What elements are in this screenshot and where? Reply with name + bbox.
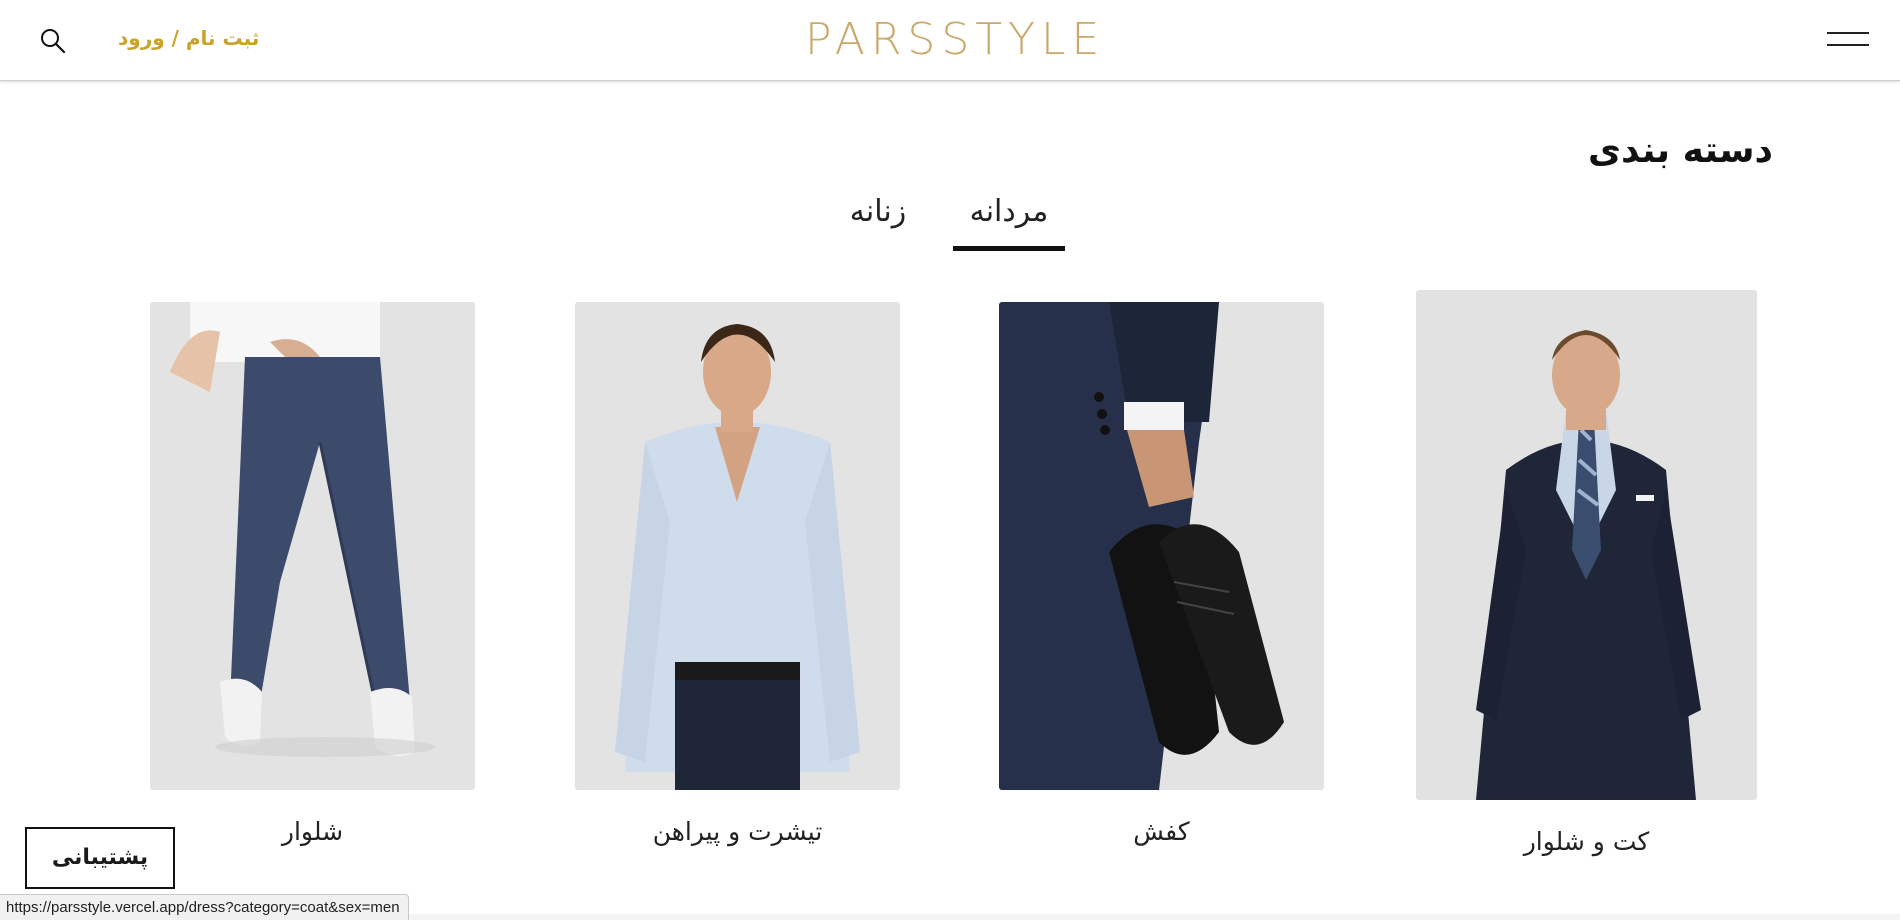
site-header: ثبت نام / ورود PARSSTYLE <box>0 0 1900 81</box>
category-image-shoes <box>999 302 1324 790</box>
category-card-shirts[interactable]: تیشرت و پیراهن <box>575 302 900 862</box>
category-label-shoes: کفش <box>1133 817 1190 846</box>
login-register-link[interactable]: ثبت نام / ورود <box>118 26 259 50</box>
category-label-shirts: تیشرت و پیراهن <box>652 817 823 846</box>
category-card-pants[interactable]: شلوار <box>150 302 475 862</box>
support-button[interactable]: پشتیبانی <box>25 827 175 889</box>
category-card-suit[interactable]: کت و شلوار <box>1416 290 1757 870</box>
category-image-suit <box>1416 290 1757 800</box>
category-card-shoes[interactable]: کفش <box>999 302 1324 862</box>
category-label-suit: کت و شلوار <box>1523 827 1650 856</box>
category-label-pants: شلوار <box>281 817 344 846</box>
site-logo[interactable]: PARSSTYLE <box>805 18 1099 62</box>
tab-men[interactable]: مردانه <box>953 194 1065 250</box>
category-image-pants <box>150 302 475 790</box>
search-icon[interactable] <box>38 26 68 56</box>
browser-status-bar: https://parsstyle.vercel.app/dress?categ… <box>0 894 409 920</box>
page-title: دسته بندی <box>1588 130 1773 171</box>
hamburger-menu-icon[interactable] <box>1827 28 1869 52</box>
category-image-shirts <box>575 302 900 790</box>
tab-women[interactable]: زنانه <box>842 194 914 250</box>
active-tab-indicator <box>953 246 1065 251</box>
